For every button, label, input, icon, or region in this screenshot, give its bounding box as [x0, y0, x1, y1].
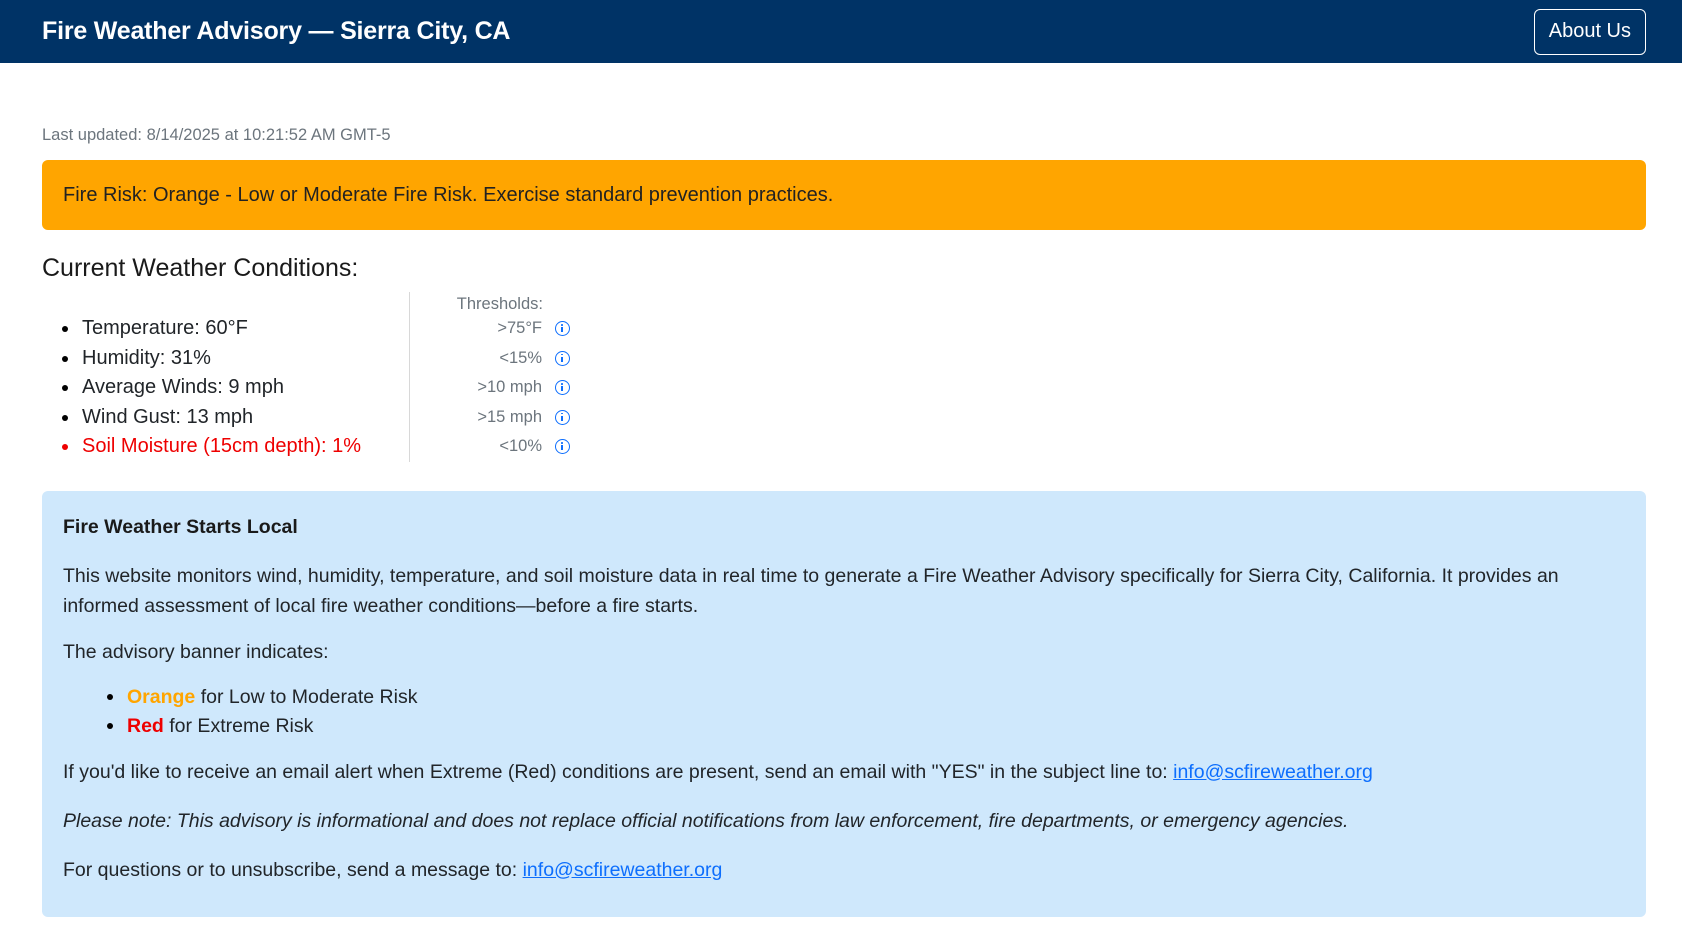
risk-legend-list: Orange for Low to Moderate Risk Red for …: [63, 683, 1625, 741]
threshold-temperature: >75°F: [497, 319, 542, 338]
disclaimer-note: Please note: This advisory is informatio…: [63, 809, 1349, 832]
condition-temperature: Temperature: 60°F: [42, 314, 409, 344]
info-icon[interactable]: [555, 409, 570, 425]
conditions-heading: Current Weather Conditions:: [42, 254, 359, 282]
threshold-row: >15 mph: [410, 403, 570, 433]
info-icon[interactable]: [555, 350, 570, 366]
threshold-humidity: <15%: [499, 348, 542, 367]
email-alert-paragraph: If you'd like to receive an email alert …: [63, 757, 1625, 787]
threshold-row: <15%: [410, 344, 570, 374]
about-us-button[interactable]: About Us: [1533, 8, 1646, 55]
info-box: Fire Weather Starts Local This website m…: [42, 490, 1646, 917]
condition-wind-gust: Wind Gust: 13 mph: [42, 403, 409, 433]
site-title[interactable]: Fire Weather Advisory — Sierra City, CA: [42, 17, 510, 46]
legend-orange-text: for Low to Moderate Risk: [195, 685, 418, 708]
condition-soil-moisture: Soil Moisture (15cm depth): 1%: [42, 432, 409, 462]
thresholds-label: Thresholds:: [456, 295, 543, 313]
last-updated-text: Last updated: 8/14/2025 at 10:21:52 AM G…: [42, 126, 391, 144]
threshold-row: >75°F: [410, 314, 570, 344]
condition-average-winds: Average Winds: 9 mph: [42, 373, 409, 403]
info-description: This website monitors wind, humidity, te…: [63, 564, 1559, 617]
info-icon[interactable]: [555, 321, 570, 337]
info-icon[interactable]: [555, 380, 570, 396]
legend-red-word: Red: [127, 714, 164, 737]
fire-risk-banner: Fire Risk: Orange - Low or Moderate Fire…: [42, 160, 1646, 230]
banner-intro-text: The advisory banner indicates:: [63, 640, 329, 663]
condition-humidity: Humidity: 31%: [42, 344, 409, 374]
conditions-list: Temperature: 60°F Humidity: 31% Average …: [42, 292, 410, 462]
email-alert-link[interactable]: info@scfireweather.org: [1173, 761, 1373, 783]
legend-red-text: for Extreme Risk: [163, 714, 314, 737]
legend-orange-word: Orange: [127, 685, 196, 708]
legend-item-orange: Orange for Low to Moderate Risk: [63, 683, 1625, 712]
email-alert-text: If you'd like to receive an email alert …: [63, 760, 1174, 783]
fire-risk-text: Fire Risk: Orange - Low or Moderate Fire…: [63, 183, 834, 206]
threshold-wind-gust: >15 mph: [477, 407, 542, 426]
threshold-soil-moisture: <10%: [499, 437, 542, 456]
questions-email-link[interactable]: info@scfireweather.org: [523, 859, 723, 881]
navbar: Fire Weather Advisory — Sierra City, CA …: [0, 0, 1682, 63]
threshold-row: >10 mph: [410, 373, 570, 403]
thresholds-column: Thresholds: >75°F <15% >10 mph >15 mph <…: [410, 292, 570, 462]
questions-text: For questions or to unsubscribe, send a …: [63, 858, 523, 881]
legend-item-red: Red for Extreme Risk: [63, 712, 1625, 741]
threshold-average-winds: >10 mph: [477, 378, 542, 397]
conditions-section: Temperature: 60°F Humidity: 31% Average …: [42, 292, 1646, 462]
info-title: Fire Weather Starts Local: [63, 515, 298, 538]
info-icon[interactable]: [555, 439, 570, 455]
threshold-row: <10%: [410, 432, 570, 462]
main-content: Last updated: 8/14/2025 at 10:21:52 AM G…: [0, 124, 1682, 917]
questions-paragraph: For questions or to unsubscribe, send a …: [63, 855, 1625, 885]
